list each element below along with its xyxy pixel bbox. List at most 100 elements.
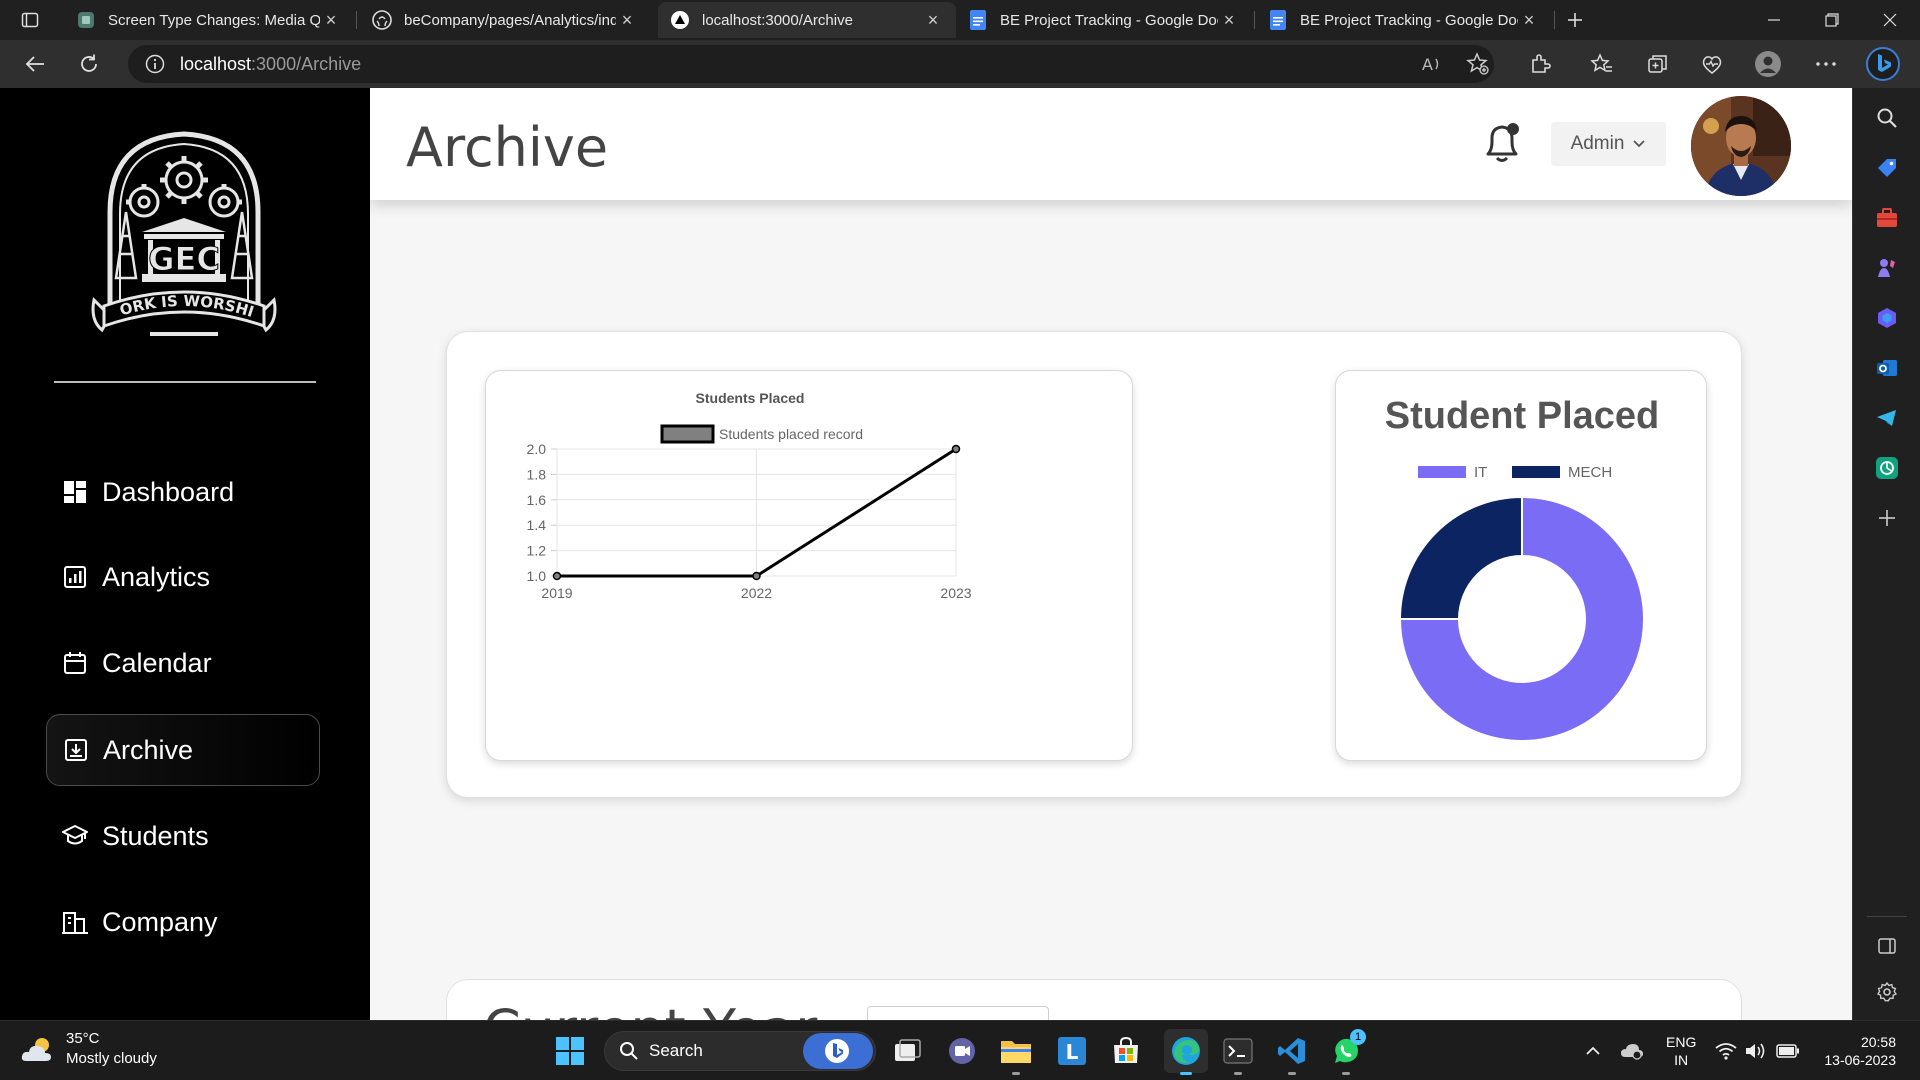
close-tab-icon[interactable]: × [1218, 9, 1240, 31]
line-x-tick-label: 2023 [940, 585, 971, 601]
letter-l-app-icon[interactable]: L [1054, 1033, 1090, 1069]
copilot-icon[interactable] [1873, 304, 1901, 332]
close-window-button[interactable] [1862, 0, 1918, 40]
donut-slice-mech[interactable] [1398, 495, 1523, 620]
tools-briefcase-icon[interactable] [1873, 204, 1901, 232]
task-view-icon[interactable] [890, 1033, 926, 1069]
volume-icon[interactable] [1738, 1033, 1774, 1069]
games-icon[interactable] [1873, 254, 1901, 282]
placement-stats-card: Students Placed Students placed record 1… [446, 331, 1742, 798]
outlook-icon[interactable] [1873, 354, 1901, 382]
refresh-button[interactable] [72, 48, 106, 80]
close-tab-icon[interactable]: × [1518, 9, 1540, 31]
tab-separator [1554, 11, 1555, 29]
close-tab-icon[interactable]: × [320, 9, 342, 31]
sidebar-item-analytics[interactable]: Analytics [46, 541, 320, 613]
vscode-icon[interactable] [1274, 1033, 1310, 1075]
browser-tab[interactable]: BE Project Tracking - Google Doc × [1256, 2, 1552, 38]
battery-icon[interactable] [1770, 1033, 1806, 1069]
teams-chat-icon[interactable] [944, 1033, 980, 1069]
url-text: localhost:3000/Archive [180, 54, 361, 75]
profile-icon[interactable] [1754, 50, 1782, 78]
tab-actions-button[interactable] [2, 0, 58, 40]
site-info-icon[interactable] [144, 53, 166, 75]
more-options-icon[interactable] [1812, 50, 1840, 78]
chatgpt-icon[interactable] [1873, 454, 1901, 482]
sidebar-item-dashboard[interactable]: Dashboard [46, 456, 320, 528]
onedrive-sync-icon[interactable] [1614, 1033, 1650, 1069]
notification-bell-icon[interactable] [1482, 120, 1524, 164]
year-select[interactable] [867, 1006, 1049, 1020]
clock[interactable]: 20:58 13-06-2023 [1816, 1033, 1896, 1069]
read-aloud-icon[interactable]: A [1418, 50, 1446, 78]
college-logo[interactable]: GEC WORK IS WORSHIP [80, 128, 288, 344]
weather-widget[interactable]: 35°C Mostly cloudy [20, 1029, 157, 1069]
edge-sidebar-divider [1867, 916, 1907, 917]
extensions-icon[interactable] [1526, 50, 1554, 78]
close-tab-icon[interactable]: × [616, 9, 638, 31]
file-explorer-icon[interactable] [998, 1033, 1034, 1075]
sidebar-settings-icon[interactable] [1873, 978, 1901, 1006]
line-data-point[interactable] [752, 571, 761, 581]
browser-tab-active[interactable]: localhost:3000/Archive × [658, 2, 956, 38]
line-data-point[interactable] [951, 444, 961, 454]
sidebar-item-calendar[interactable]: Calendar [46, 627, 320, 699]
line-y-tick-label: 1.8 [527, 466, 547, 482]
telegram-icon[interactable] [1873, 404, 1901, 432]
bing-copilot-icon[interactable] [1866, 47, 1900, 81]
tab-separator [1254, 11, 1255, 29]
browser-tab-strip: Screen Type Changes: Media Qu × beCompan… [0, 0, 1920, 40]
address-bar[interactable]: localhost:3000/Archive [128, 45, 1494, 83]
whatsapp-icon[interactable]: 1 [1328, 1029, 1366, 1075]
browser-essentials-icon[interactable] [1698, 50, 1726, 78]
browser-tab[interactable]: Screen Type Changes: Media Qu × [64, 2, 354, 38]
search-icon[interactable] [1873, 104, 1901, 132]
close-tab-icon[interactable]: × [922, 9, 944, 31]
weather-temperature: 35°C [66, 1030, 100, 1047]
plus-icon [1568, 13, 1582, 27]
role-dropdown[interactable]: Admin [1551, 122, 1666, 166]
tab-actions-icon [21, 12, 39, 28]
whatsapp-badge: 1 [1350, 1029, 1366, 1045]
back-button[interactable] [18, 48, 52, 80]
terminal-icon[interactable] [1220, 1033, 1256, 1075]
add-favorite-icon[interactable] [1464, 50, 1492, 78]
language-indicator[interactable]: ENG IN [1666, 1033, 1696, 1069]
user-avatar[interactable] [1691, 96, 1791, 196]
line-y-tick-label: 1.2 [527, 543, 547, 559]
browser-toolbar: localhost:3000/Archive A [0, 40, 1920, 88]
analytics-icon [60, 562, 90, 592]
taskbar-search-label: Search [649, 1041, 703, 1060]
line-data-point[interactable] [552, 571, 562, 581]
favorites-icon[interactable] [1588, 50, 1616, 78]
sidebar-item-archive[interactable]: Archive [46, 714, 320, 786]
bing-search-icon [803, 1033, 873, 1069]
microsoft-store-icon[interactable] [1108, 1033, 1144, 1069]
collections-icon[interactable] [1644, 50, 1672, 78]
sidebar-item-company[interactable]: Company [46, 886, 320, 958]
taskbar-search[interactable]: Search [604, 1031, 876, 1071]
show-hidden-icons-icon[interactable] [1575, 1033, 1611, 1069]
minimize-button[interactable] [1746, 0, 1802, 40]
browser-tab[interactable]: BE Project Tracking - Google Doc × [956, 2, 1252, 38]
tab-title: localhost:3000/Archive [702, 11, 853, 29]
edge-browser-icon[interactable] [1164, 1029, 1208, 1075]
restore-icon [1825, 13, 1839, 27]
new-tab-button[interactable] [1560, 0, 1590, 40]
sidebar-item-label: Company [102, 906, 218, 937]
sidebar-item-label: Dashboard [102, 476, 235, 507]
svg-text:L: L [1066, 1040, 1079, 1064]
page-header: Archive Admin [370, 88, 1852, 200]
shopping-tag-icon[interactable] [1873, 154, 1901, 182]
hide-sidebar-icon[interactable] [1873, 932, 1901, 960]
region-code: IN [1674, 1052, 1689, 1068]
running-indicator [1234, 1072, 1242, 1075]
logo-emblem-text: GEC [148, 240, 220, 278]
windows-start-icon[interactable] [552, 1033, 588, 1069]
sidebar-item-students[interactable]: Students [46, 800, 320, 872]
restore-button[interactable] [1804, 0, 1860, 40]
browser-tab[interactable]: beCompany/pages/Analytics/ind × [360, 2, 650, 38]
role-dropdown-value: Admin [1570, 133, 1625, 154]
dashboard-icon [60, 477, 90, 507]
add-sidebar-app-icon[interactable] [1873, 504, 1901, 532]
